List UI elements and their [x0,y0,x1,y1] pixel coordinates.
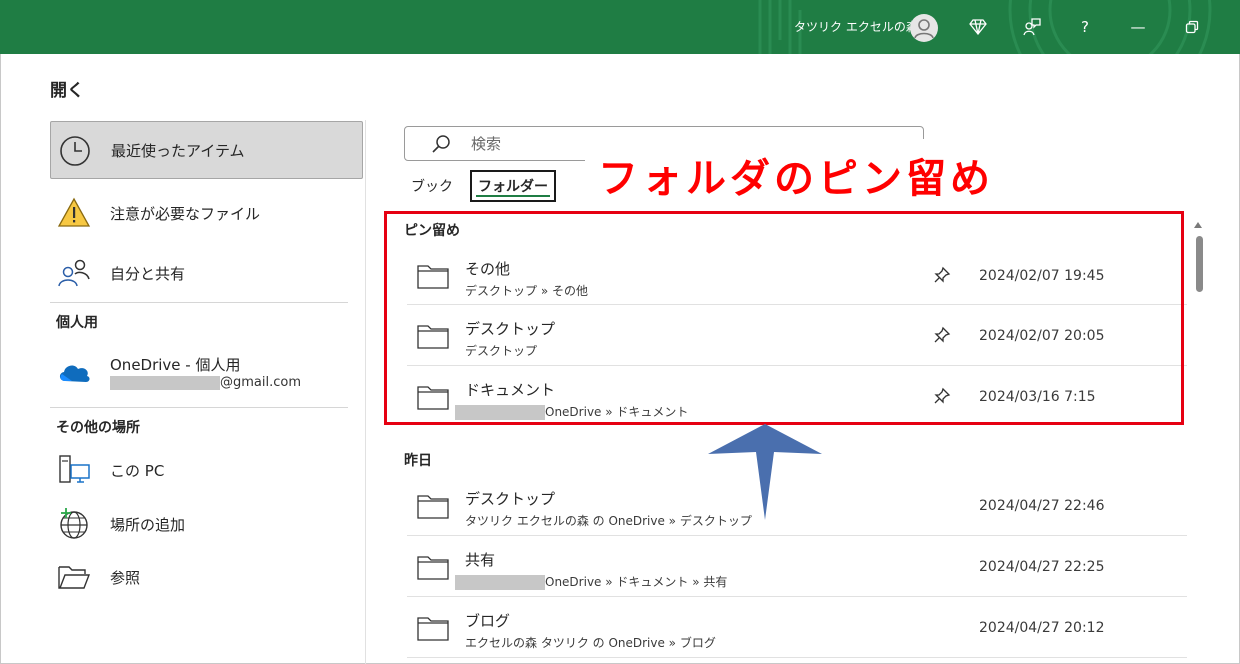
folder-name: デスクトップ [465,490,556,508]
account-name[interactable]: タツリク エクセルの森 [794,18,918,35]
folder-date: 2024/04/27 22:25 [979,559,1105,575]
scrollbar-thumb[interactable] [1196,236,1203,292]
feedback-icon[interactable] [1020,15,1044,39]
nav-divider [50,302,348,303]
section-personal: 個人用 [56,315,98,331]
column-divider [365,120,366,664]
restore-icon [1185,20,1199,34]
row-divider [407,657,1187,658]
onedrive-cloud-icon [56,354,92,390]
nav-item-add-place[interactable]: 場所の追加 [50,495,363,553]
folder-path: タツリク エクセルの森 の OneDrive » デスクトップ [465,514,752,528]
nav-label-shared: 自分と共有 [110,264,186,283]
folder-row[interactable]: デスクトップ タツリク エクセルの森 の OneDrive » デスクトップ 2… [407,476,1187,537]
folder-icon [417,493,449,523]
minimize-button[interactable]: — [1126,15,1150,39]
nav-label-this-pc: この PC [110,461,165,480]
folder-name: ブログ [465,612,511,630]
folder-date: 2024/04/27 22:46 [979,498,1105,514]
nav-item-this-pc[interactable]: この PC [50,441,363,499]
folder-icon [417,554,449,584]
row-divider [407,596,1187,597]
person-icon [914,19,934,39]
folder-row[interactable]: 共有 OneDrive » ドキュメント » 共有 2024/04/27 22:… [407,537,1187,598]
onedrive-name: OneDrive - 個人用 [110,356,241,374]
title-bar: タツリク エクセルの森 ? — [0,0,1240,54]
premium-diamond-icon[interactable] [966,15,990,39]
warning-icon [56,195,92,231]
nav-label-recent: 最近使ったアイテム [111,141,245,160]
page-title: 開く [50,81,84,101]
nav-divider [50,407,348,408]
shared-people-icon [56,255,92,291]
folder-path: エクセルの森 タツリク の OneDrive » ブログ [465,636,716,650]
section-other-places: その他の場所 [56,420,140,436]
computer-icon [56,452,92,488]
yesterday-heading: 昨日 [404,453,432,469]
search-icon [431,134,451,158]
folder-open-icon [56,559,92,595]
folder-date: 2024/04/27 20:12 [979,620,1105,636]
nav-item-shared[interactable]: 自分と共有 [50,244,363,302]
globe-add-icon [56,506,92,542]
nav-item-recent[interactable]: 最近使ったアイテム [50,121,363,179]
row-divider [407,535,1187,536]
redacted-email-mask [110,375,220,390]
nav-label-attention: 注意が必要なファイル [110,204,261,223]
onedrive-account: @gmail.com [110,375,301,390]
redacted-name-mask [455,575,545,590]
tab-folder[interactable]: フォルダー [470,170,556,202]
tab-book[interactable]: ブック [405,170,459,202]
folder-path: OneDrive » ドキュメント » 共有 [545,575,728,589]
folder-row[interactable]: ブログ エクセルの森 タツリク の OneDrive » ブログ 2024/04… [407,598,1187,659]
annotation-text: フォルダのピン留め [598,156,994,202]
onedrive-email-suffix: @gmail.com [220,375,302,390]
clock-icon [57,133,93,169]
folder-name: 共有 [465,551,496,569]
nav-label-browse: 参照 [110,568,141,587]
help-button[interactable]: ? [1073,15,1097,39]
nav-item-attention[interactable]: 注意が必要なファイル [50,184,363,242]
scroll-up-icon[interactable] [1194,222,1202,228]
folder-icon [417,615,449,645]
highlight-box [384,211,1184,425]
nav-item-onedrive-personal[interactable]: OneDrive - 個人用 @gmail.com [50,342,363,402]
folder-path-wrapper: OneDrive » ドキュメント » 共有 [455,573,727,590]
avatar[interactable] [910,14,938,42]
restore-button[interactable] [1180,15,1204,39]
nav-label-add-place: 場所の追加 [110,515,186,534]
nav-item-browse[interactable]: 参照 [50,548,363,606]
